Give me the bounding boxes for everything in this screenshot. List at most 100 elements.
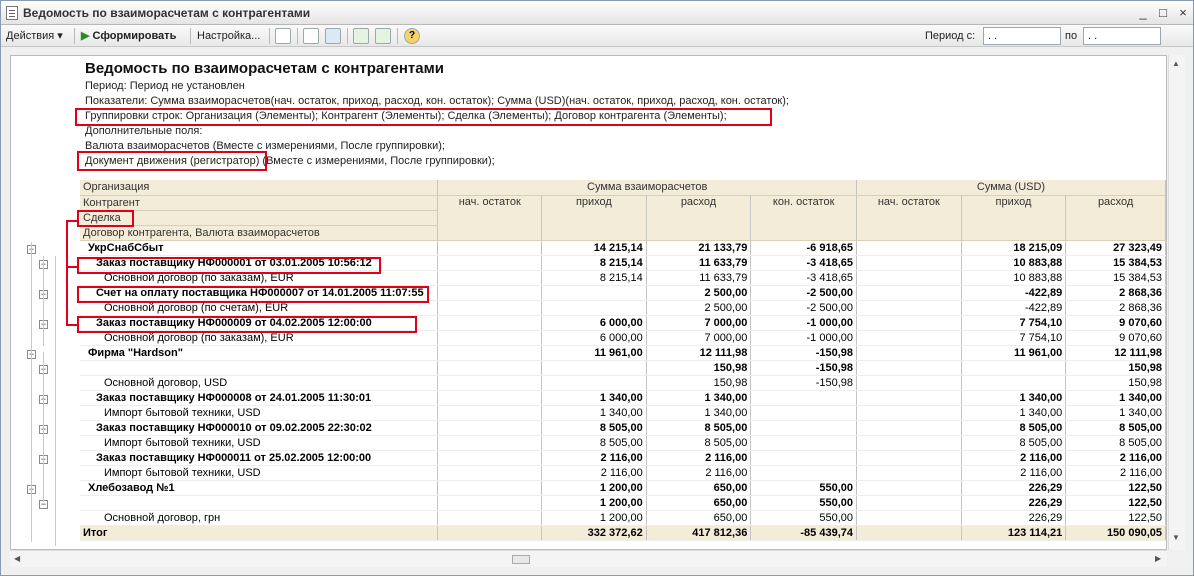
row-value bbox=[541, 360, 647, 376]
row-value bbox=[856, 479, 962, 496]
row-value: 11 961,00 bbox=[541, 344, 647, 361]
row-value: 1 200,00 bbox=[541, 495, 647, 511]
row-value: 8 505,00 bbox=[646, 435, 752, 451]
row-value: 150,98 bbox=[1065, 375, 1166, 391]
row-value: 6 000,00 bbox=[541, 315, 647, 331]
row-value bbox=[437, 315, 543, 331]
save-settings-icon[interactable] bbox=[375, 28, 391, 44]
row-value: 650,00 bbox=[646, 495, 752, 511]
play-icon: ▶ bbox=[81, 30, 90, 42]
table-row[interactable]: Импорт бытовой техники, USD 2 116,00 2 116… bbox=[80, 465, 1166, 481]
highlight-connector bbox=[66, 220, 68, 325]
row-value bbox=[437, 344, 543, 361]
table-row[interactable]: 150,98 -150,98 150,98 bbox=[80, 360, 1166, 376]
row-value: 2 116,00 bbox=[541, 450, 647, 466]
row-label: Заказ поставщику НФ000010 от 09.02.2005 … bbox=[80, 420, 439, 436]
row-value: -150,98 bbox=[750, 344, 857, 361]
scroll-left-icon[interactable]: ◀ bbox=[14, 554, 20, 563]
table-row[interactable]: Фирма "Hardson" 11 961,00 12 111,98 -150,98… bbox=[80, 344, 1166, 361]
row-value: -3 418,65 bbox=[750, 255, 857, 271]
report-options-icon[interactable] bbox=[275, 28, 291, 44]
row-value: 6 000,00 bbox=[541, 330, 647, 346]
row-value: 1 200,00 bbox=[541, 479, 647, 496]
highlight-deal-3 bbox=[77, 316, 417, 333]
title-bar: Ведомость по взаиморасчетам с контрагент… bbox=[1, 1, 1193, 25]
actions-menu[interactable]: Действия ▾ bbox=[6, 28, 63, 44]
table-row[interactable]: УкрСнабСбыт 14 215,14 21 133,79 -6 918,65 18… bbox=[80, 239, 1166, 256]
report-indicators: Показатели: Сумма взаиморасчетов(нач. ос… bbox=[85, 95, 789, 107]
row-value bbox=[750, 450, 857, 466]
row-value bbox=[750, 465, 857, 481]
row-value: -2 500,00 bbox=[750, 300, 857, 316]
table-row[interactable]: Основной договор, грн 1 200,00 650,00 550,0… bbox=[80, 510, 1166, 526]
structure-icon[interactable] bbox=[303, 28, 319, 44]
highlight-document bbox=[77, 151, 267, 171]
total-label: Итог bbox=[80, 524, 439, 541]
row-value: 8 505,00 bbox=[541, 420, 647, 436]
row-value bbox=[856, 239, 962, 256]
row-value: 7 000,00 bbox=[646, 330, 752, 346]
table-row[interactable]: Основной договор, USD 150,98 -150,98 150,98 bbox=[80, 375, 1166, 391]
highlight-deal-2 bbox=[77, 286, 429, 303]
row-value bbox=[437, 465, 543, 481]
table-row[interactable]: Заказ поставщику НФ000010 от 09.02.2005 … bbox=[80, 420, 1166, 436]
row-value: 650,00 bbox=[646, 510, 752, 526]
period-from-input[interactable]: . . bbox=[983, 27, 1061, 45]
highlight-connector bbox=[66, 324, 78, 326]
row-value: 7 754,10 bbox=[961, 330, 1067, 346]
form-button[interactable]: ▶ Сформировать bbox=[81, 28, 176, 44]
close-button[interactable]: × bbox=[1175, 5, 1191, 21]
scroll-down-icon[interactable]: ▼ bbox=[1172, 533, 1180, 542]
scroll-thumb[interactable] bbox=[512, 555, 530, 564]
row-value bbox=[856, 315, 962, 331]
period-to-label: по bbox=[1065, 30, 1078, 42]
row-value: 18 215,09 bbox=[961, 239, 1067, 256]
row-value: -150,98 bbox=[750, 360, 857, 376]
row-value: 11 633,79 bbox=[646, 270, 752, 286]
table-row[interactable]: Заказ поставщику НФ000011 от 25.02.2005 … bbox=[80, 450, 1166, 466]
row-value: 2 116,00 bbox=[646, 465, 752, 481]
row-value: 8 505,00 bbox=[1065, 420, 1166, 436]
row-value: 122,50 bbox=[1065, 479, 1166, 496]
row-value: 8 505,00 bbox=[961, 420, 1067, 436]
row-value: 2 500,00 bbox=[646, 285, 752, 301]
settings-button[interactable]: Настройка... bbox=[197, 28, 260, 44]
period-to-input[interactable]: . . bbox=[1083, 27, 1161, 45]
table-row[interactable]: 1 200,00 650,00 550,00 226,29 122,50 bbox=[80, 495, 1166, 511]
row-value bbox=[856, 270, 962, 286]
header-group-usd: Сумма (USD) bbox=[856, 180, 1166, 196]
table-row[interactable]: Импорт бытовой техники, USD 1 340,00 1 340… bbox=[80, 405, 1166, 421]
header-col: расход bbox=[646, 195, 752, 241]
table-row[interactable]: Заказ поставщику НФ000008 от 24.01.2005 … bbox=[80, 390, 1166, 406]
row-value bbox=[437, 479, 543, 496]
table-row[interactable]: Хлебозавод №1 1 200,00 650,00 550,00 226,29 1… bbox=[80, 479, 1166, 496]
scroll-right-icon[interactable]: ▶ bbox=[1155, 554, 1161, 563]
table-view-icon[interactable] bbox=[325, 28, 341, 44]
row-value bbox=[750, 405, 857, 421]
row-value: 1 340,00 bbox=[646, 390, 752, 406]
row-value: 10 883,88 bbox=[961, 255, 1067, 271]
help-icon[interactable]: ? bbox=[404, 28, 420, 44]
load-settings-icon[interactable] bbox=[353, 28, 369, 44]
row-value bbox=[961, 360, 1067, 376]
total-value bbox=[856, 524, 962, 541]
row-value: 15 384,53 bbox=[1065, 255, 1166, 271]
row-value bbox=[856, 405, 962, 421]
header-col: расход bbox=[1065, 195, 1166, 241]
row-value bbox=[856, 360, 962, 376]
report-sheet[interactable]: −−−−−−−−−−− Ведомость по взаиморасчетам … bbox=[10, 55, 1167, 550]
table-row[interactable]: Импорт бытовой техники, USD 8 505,00 8 505… bbox=[80, 435, 1166, 451]
row-value: 12 111,98 bbox=[646, 344, 752, 361]
row-label: Импорт бытовой техники, USD bbox=[80, 435, 439, 451]
scroll-up-icon[interactable]: ▲ bbox=[1172, 59, 1180, 68]
horizontal-scrollbar[interactable]: ◀ ▶ bbox=[10, 550, 1167, 567]
row-value bbox=[856, 344, 962, 361]
vertical-scrollbar[interactable]: ▲ ▼ bbox=[1168, 55, 1185, 550]
row-value: 10 883,88 bbox=[961, 270, 1067, 286]
minimize-button[interactable]: _ bbox=[1135, 5, 1151, 21]
maximize-button[interactable]: □ bbox=[1155, 5, 1171, 21]
total-value: -85 439,74 bbox=[750, 524, 857, 541]
tree-line bbox=[43, 352, 44, 502]
row-value bbox=[541, 285, 647, 301]
row-value: 150,98 bbox=[1065, 360, 1166, 376]
